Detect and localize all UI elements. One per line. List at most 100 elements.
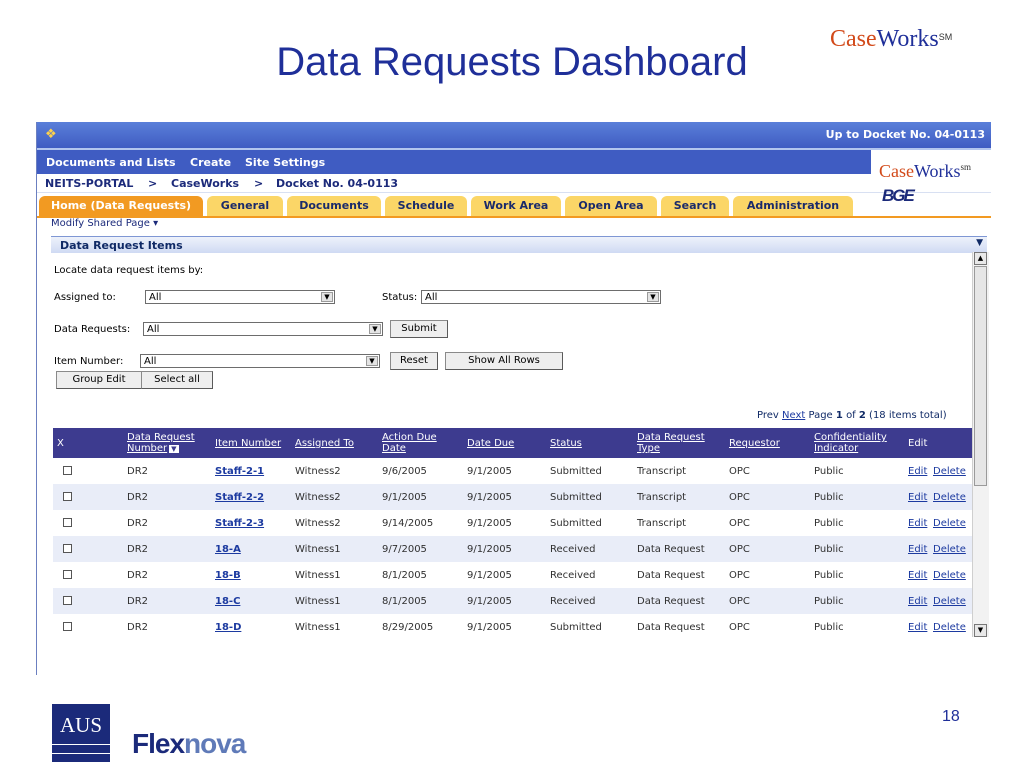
modify-shared-page-menu[interactable]: Modify Shared Page ▾ [51, 218, 158, 229]
cell-item-number-link[interactable]: 18-A [215, 544, 241, 555]
sort-descending-icon[interactable]: ▼ [169, 445, 179, 453]
dropdown-arrow-icon[interactable]: ▼ [369, 324, 381, 334]
assigned-to-value: All [149, 292, 162, 303]
row-select-checkbox[interactable] [63, 596, 72, 605]
cell-data-request-number: DR2 [127, 492, 149, 503]
row-select-checkbox[interactable] [63, 466, 72, 475]
header-data-request-number[interactable]: Data Request Number ▼ [127, 432, 195, 454]
webpart-menu-icon[interactable]: ▼ [976, 238, 983, 248]
cell-status: Received [550, 596, 596, 607]
dropdown-arrow-icon[interactable]: ▼ [647, 292, 659, 302]
delete-link[interactable]: Delete [933, 596, 966, 607]
breadcrumb-portal[interactable]: NEITS-PORTAL [45, 177, 133, 190]
show-all-rows-button[interactable]: Show All Rows [445, 352, 563, 370]
header-assigned-to[interactable]: Assigned To [295, 438, 354, 449]
header-date-due[interactable]: Date Due [467, 438, 514, 449]
submit-button[interactable]: Submit [390, 320, 448, 338]
up-to-docket-link[interactable]: Up to Docket No. 04-0113 [826, 128, 985, 141]
logo-sm-text: SM [938, 32, 953, 42]
edit-link[interactable]: Edit [908, 544, 927, 555]
tab-administration[interactable]: Administration [733, 196, 853, 216]
flexnova-text-2: nova [184, 728, 246, 759]
tab-search[interactable]: Search [661, 196, 729, 216]
scroll-up-icon[interactable]: ▲ [974, 252, 987, 265]
reset-button[interactable]: Reset [390, 352, 438, 370]
locate-label: Locate data request items by: [54, 265, 204, 276]
header-action-due-date[interactable]: Action Due Date [382, 432, 437, 454]
breadcrumb-docket[interactable]: Docket No. 04-0113 [276, 177, 398, 190]
header-data-request-type[interactable]: Data Request Type [637, 432, 705, 454]
cell-item-number-link[interactable]: Staff-2-2 [215, 492, 264, 503]
assigned-to-select[interactable]: All ▼ [145, 290, 335, 304]
item-number-select[interactable]: All ▼ [140, 354, 380, 368]
header-status[interactable]: Status [550, 438, 582, 449]
delete-link[interactable]: Delete [933, 544, 966, 555]
pager-items-total: (18 items total) [869, 410, 947, 421]
data-requests-value: All [147, 324, 160, 335]
tab-open-area[interactable]: Open Area [565, 196, 657, 216]
menu-documents-and-lists[interactable]: Documents and Lists [46, 156, 176, 169]
header-drt-line1: Data Request [637, 432, 705, 443]
menu-create[interactable]: Create [190, 156, 231, 169]
cell-item-number-link[interactable]: 18-D [215, 622, 241, 633]
cell-item-number-link[interactable]: 18-C [215, 596, 240, 607]
menu-bar: Documents and Lists Create Site Settings [37, 148, 991, 174]
status-select[interactable]: All ▼ [421, 290, 661, 304]
select-all-button[interactable]: Select all [141, 371, 213, 389]
header-item-number[interactable]: Item Number [215, 438, 281, 449]
row-select-checkbox[interactable] [63, 492, 72, 501]
pager-of: of [846, 410, 856, 421]
row-select-checkbox[interactable] [63, 518, 72, 527]
dropdown-arrow-icon[interactable]: ▼ [366, 356, 378, 366]
tab-schedule[interactable]: Schedule [385, 196, 467, 216]
edit-link[interactable]: Edit [908, 570, 927, 581]
cell-data-request-type: Data Request [637, 622, 705, 633]
menu-site-settings[interactable]: Site Settings [245, 156, 325, 169]
cell-date-due: 9/1/2005 [467, 492, 512, 503]
group-edit-button[interactable]: Group Edit [56, 371, 142, 389]
cell-item-number-link[interactable]: 18-B [215, 570, 241, 581]
row-select-checkbox[interactable] [63, 622, 72, 631]
data-requests-select[interactable]: All ▼ [143, 322, 383, 336]
caseworks-logo: CaseWorksSM [830, 26, 952, 53]
row-select-checkbox[interactable] [63, 570, 72, 579]
dropdown-arrow-icon[interactable]: ▼ [321, 292, 333, 302]
edit-link[interactable]: Edit [908, 596, 927, 607]
tab-documents[interactable]: Documents [287, 196, 381, 216]
people-icon: ❖ [45, 127, 57, 142]
scroll-down-icon[interactable]: ▼ [974, 624, 987, 637]
cell-data-request-type: Transcript [637, 518, 687, 529]
delete-link[interactable]: Delete [933, 466, 966, 477]
delete-link[interactable]: Delete [933, 492, 966, 503]
delete-link[interactable]: Delete [933, 570, 966, 581]
pager-current: 1 [835, 410, 843, 421]
cell-item-number-link[interactable]: Staff-2-1 [215, 466, 264, 477]
cell-data-request-number: DR2 [127, 570, 149, 581]
cell-status: Received [550, 570, 596, 581]
header-requestor[interactable]: Requestor [729, 438, 780, 449]
logo-works-text: Works [914, 161, 961, 181]
table-body: DR2 Staff-2-1 Witness2 9/6/2005 9/1/2005 Subm… [53, 458, 972, 640]
row-select-checkbox[interactable] [63, 544, 72, 553]
cell-requestor: OPC [729, 492, 750, 503]
tab-home[interactable]: Home (Data Requests) [39, 196, 203, 216]
edit-link[interactable]: Edit [908, 622, 927, 633]
pager-next-link[interactable]: Next [782, 410, 805, 421]
breadcrumb-caseworks[interactable]: CaseWorks [171, 177, 239, 190]
pager: Prev Next Page 1 of 2 (18 items total) [757, 410, 947, 421]
cell-data-request-type: Transcript [637, 466, 687, 477]
edit-link[interactable]: Edit [908, 518, 927, 529]
cell-status: Submitted [550, 518, 602, 529]
edit-link[interactable]: Edit [908, 492, 927, 503]
tab-work-area[interactable]: Work Area [471, 196, 561, 216]
edit-link[interactable]: Edit [908, 466, 927, 477]
header-adu-line1: Action Due [382, 432, 437, 443]
header-confidentiality-indicator[interactable]: Confidentiality Indicator [814, 432, 887, 454]
vertical-scrollbar[interactable]: ▲ ▼ [972, 252, 989, 637]
scroll-thumb[interactable] [974, 266, 987, 486]
status-value: All [425, 292, 438, 303]
delete-link[interactable]: Delete [933, 622, 966, 633]
cell-item-number-link[interactable]: Staff-2-3 [215, 518, 264, 529]
delete-link[interactable]: Delete [933, 518, 966, 529]
tab-general[interactable]: General [207, 196, 283, 216]
